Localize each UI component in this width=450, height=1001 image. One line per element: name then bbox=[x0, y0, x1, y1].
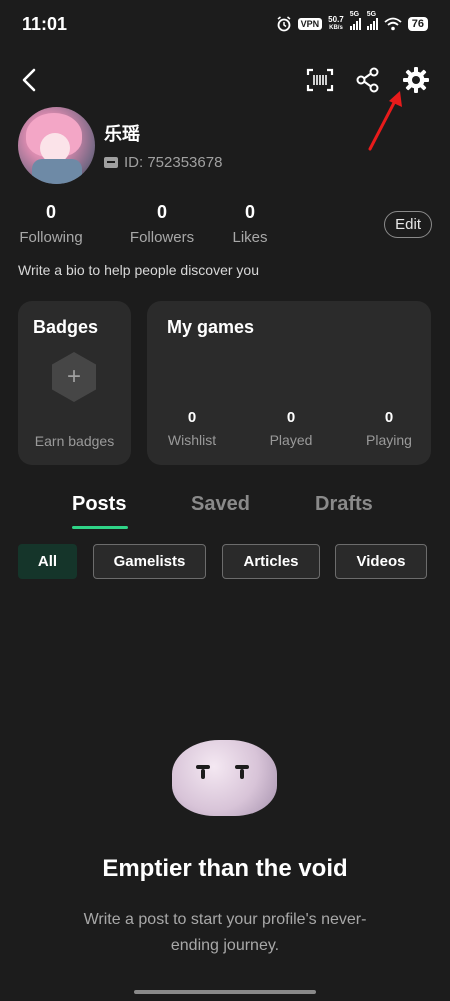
badges-title: Badges bbox=[33, 317, 99, 337]
stat-value: 0 bbox=[45, 202, 56, 222]
add-badge-icon[interactable]: + bbox=[52, 352, 96, 402]
empty-state-title: Emptier than the void bbox=[102, 855, 348, 882]
stat-following[interactable]: 0 Following bbox=[18, 202, 84, 246]
tab-posts[interactable]: Posts bbox=[72, 493, 126, 516]
stat-label: Likes bbox=[232, 229, 268, 246]
net-speed: 50.7 KB/s bbox=[328, 16, 344, 32]
user-id-text: ID: 752353678 bbox=[124, 154, 223, 171]
stat-likes[interactable]: 0 Likes bbox=[230, 202, 270, 246]
alarm-icon bbox=[277, 16, 291, 32]
edit-profile-button[interactable]: Edit bbox=[384, 211, 432, 238]
stat-followers[interactable]: 0 Followers bbox=[124, 202, 200, 246]
earn-badges-label: Earn badges bbox=[34, 433, 115, 449]
filter-articles[interactable]: Articles bbox=[222, 544, 320, 579]
filter-all[interactable]: All bbox=[18, 544, 77, 579]
empty-state-subtitle: Write a post to start your profile's nev… bbox=[83, 911, 367, 954]
filter-videos[interactable]: Videos bbox=[335, 544, 427, 579]
vpn-badge: VPN bbox=[297, 18, 323, 30]
username: 乐瑶 bbox=[104, 124, 140, 144]
signal-icon: 5G bbox=[349, 11, 361, 30]
id-card-icon bbox=[104, 157, 118, 168]
games-stat-wishlist[interactable]: 0 Wishlist bbox=[157, 409, 227, 448]
stat-value: 0 bbox=[156, 202, 167, 222]
profile-header: 乐瑶 ID: 752353678 bbox=[18, 107, 222, 184]
scan-icon bbox=[306, 68, 334, 92]
signal-icon: 5G bbox=[366, 11, 378, 30]
stat-value: 0 bbox=[244, 202, 255, 222]
signal-5g-tag: 5G bbox=[366, 11, 377, 18]
back-button[interactable] bbox=[13, 63, 47, 97]
status-time: 11:01 bbox=[22, 14, 68, 34]
filter-gamelists[interactable]: Gamelists bbox=[93, 544, 206, 579]
tab-saved[interactable]: Saved bbox=[191, 493, 250, 516]
my-games-title: My games bbox=[167, 317, 255, 337]
home-indicator[interactable] bbox=[134, 990, 316, 994]
my-games-card[interactable]: My games 0 Wishlist 0 Played 0 Playing bbox=[147, 301, 431, 465]
games-stat-played[interactable]: 0 Played bbox=[256, 409, 326, 448]
back-icon bbox=[22, 68, 36, 92]
games-stat-label: Played bbox=[269, 432, 313, 448]
content-tabs: Posts Saved Drafts bbox=[0, 493, 450, 533]
profile-stats: 0 Following 0 Followers 0 Likes Edit bbox=[18, 202, 432, 252]
stat-label: Followers bbox=[129, 229, 195, 246]
badges-card[interactable]: Badges + Earn badges bbox=[18, 301, 131, 465]
annotation-arrow-icon bbox=[368, 91, 402, 151]
net-speed-value: 50.7 bbox=[328, 15, 344, 24]
games-stat-value: 0 bbox=[384, 409, 394, 426]
bio-placeholder[interactable]: Write a bio to help people discover you bbox=[18, 262, 259, 278]
net-speed-unit: KB/s bbox=[329, 25, 343, 31]
user-id[interactable]: ID: 752353678 bbox=[104, 154, 222, 171]
empty-state-mascot-icon bbox=[172, 740, 277, 816]
games-stat-label: Playing bbox=[366, 432, 412, 448]
games-stat-label: Wishlist bbox=[167, 432, 217, 448]
filter-chips: All Gamelists Articles Videos bbox=[18, 544, 432, 580]
signal-5g-tag: 5G bbox=[349, 11, 360, 18]
user-info: 乐瑶 ID: 752353678 bbox=[104, 120, 222, 171]
avatar[interactable] bbox=[18, 107, 95, 184]
games-stat-value: 0 bbox=[187, 409, 197, 426]
scan-button[interactable] bbox=[303, 63, 337, 97]
wifi-icon bbox=[384, 17, 402, 31]
status-icons: VPN 50.7 KB/s 5G 5G 76 bbox=[276, 11, 428, 34]
active-tab-indicator bbox=[72, 526, 128, 529]
status-bar: 11:01 VPN 50.7 KB/s 5G 5G 76 bbox=[0, 0, 450, 48]
games-stat-value: 0 bbox=[286, 409, 296, 426]
tab-drafts[interactable]: Drafts bbox=[315, 493, 373, 516]
battery-indicator: 76 bbox=[407, 17, 428, 31]
games-stat-playing[interactable]: 0 Playing bbox=[354, 409, 424, 448]
stat-label: Following bbox=[19, 229, 83, 246]
